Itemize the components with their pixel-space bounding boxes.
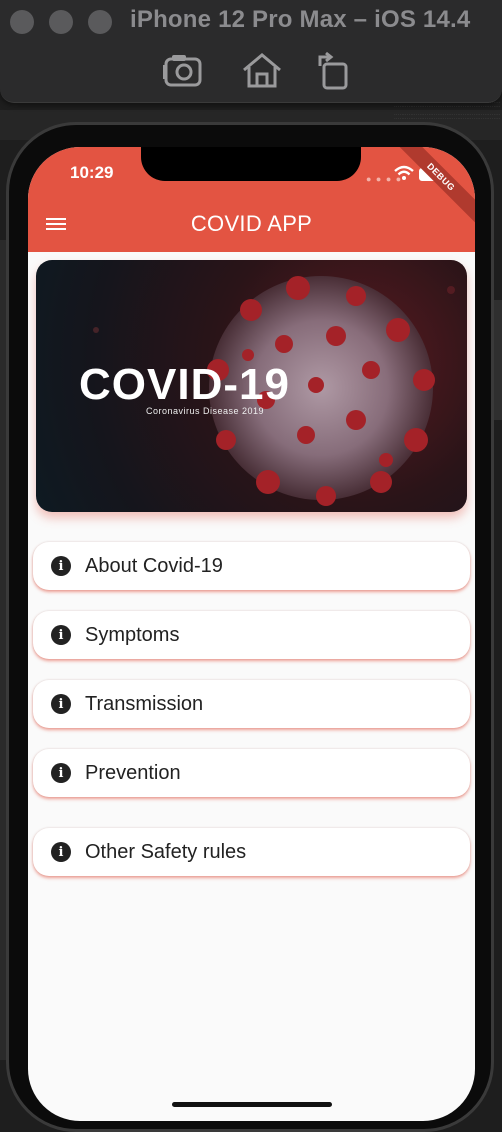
hero-subtitle: Coronavirus Disease 2019 (146, 406, 265, 416)
phone-screen: 10:29 ● ● ● ● DEBUG COVID APP COVID-19 C… (28, 147, 475, 1121)
menu-item-label: Transmission (85, 692, 204, 715)
editor-code-snippet: ........................................… (394, 100, 501, 120)
menu-item-label: Prevention (85, 761, 181, 784)
menu-item-about[interactable]: i About Covid-19 (33, 542, 470, 590)
app-title: COVID APP (190, 211, 313, 236)
close-window-button[interactable] (10, 10, 34, 34)
home-icon[interactable] (240, 50, 284, 90)
menu-item-transmission[interactable]: i Transmission (33, 680, 470, 728)
menu-item-symptoms[interactable]: i Symptoms (33, 611, 470, 659)
zoom-window-button[interactable] (88, 10, 112, 34)
wifi-icon (394, 165, 414, 180)
info-icon: i (51, 625, 71, 645)
info-icon: i (51, 694, 71, 714)
app-bar: 10:29 ● ● ● ● DEBUG COVID APP (28, 147, 475, 252)
home-indicator[interactable] (172, 1102, 332, 1107)
info-icon: i (51, 556, 71, 576)
notch (141, 147, 361, 181)
rotate-icon[interactable] (312, 50, 356, 90)
hero-title: COVID-19 (79, 360, 290, 409)
menu-item-label: About Covid-19 (85, 554, 223, 577)
simulator-title: iPhone 12 Pro Max – iOS 14.4 (130, 6, 471, 33)
screenshot-icon[interactable] (162, 50, 206, 90)
menu-item-label: Other Safety rules (85, 840, 247, 863)
info-icon: i (51, 763, 71, 783)
menu-item-other-safety-rules[interactable]: i Other Safety rules (33, 828, 470, 876)
menu-item-prevention[interactable]: i Prevention (33, 749, 470, 797)
menu-item-label: Symptoms (85, 623, 180, 646)
minimize-window-button[interactable] (49, 10, 73, 34)
info-icon: i (51, 842, 71, 862)
status-time: 10:29 (70, 163, 114, 182)
simulator-toolbar: iPhone 12 Pro Max – iOS 14.4 (0, 0, 502, 103)
covid-hero-image: COVID-19 Coronavirus Disease 2019 (36, 260, 467, 512)
